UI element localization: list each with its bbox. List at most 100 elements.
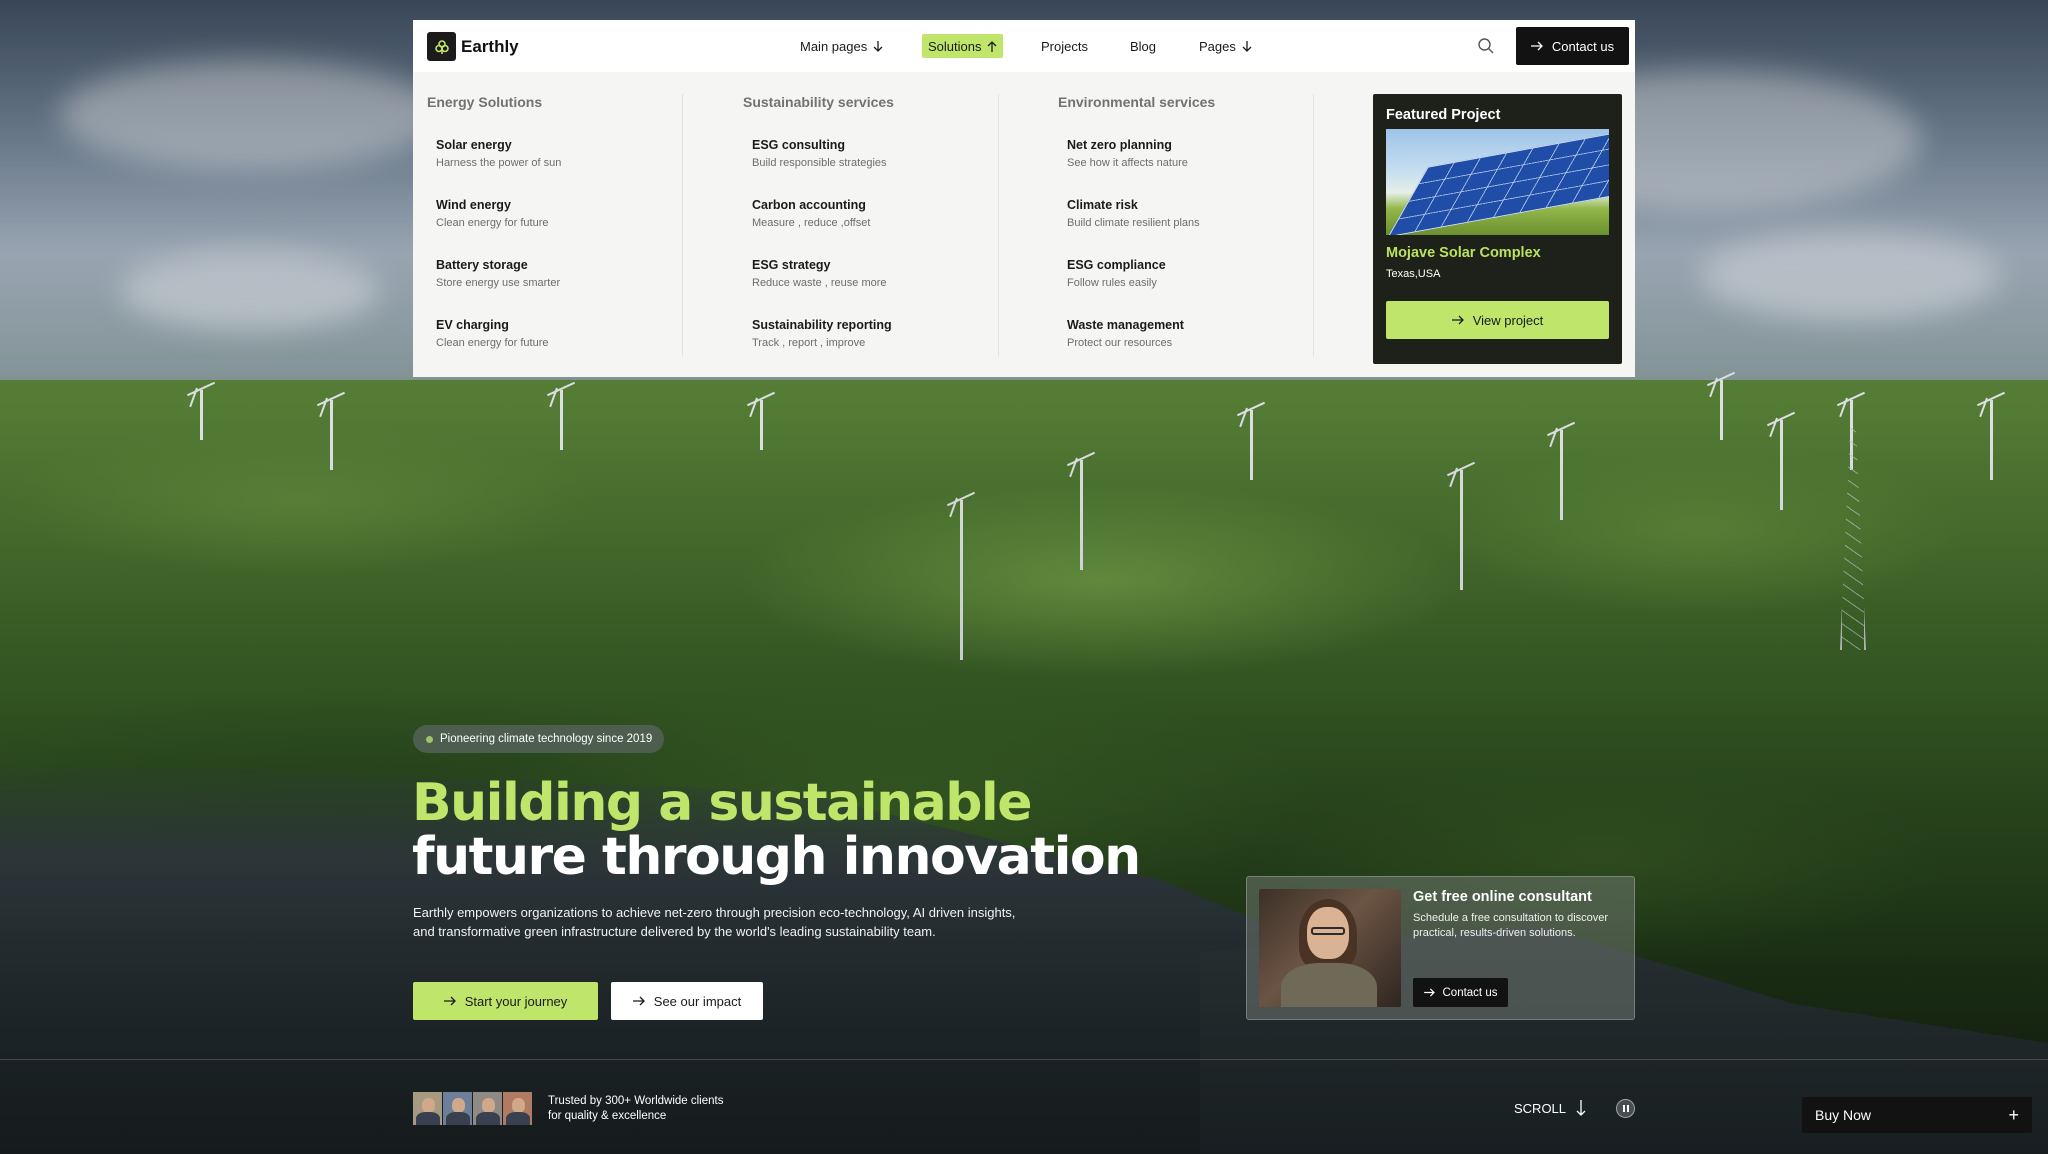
- nav-blog-label: Blog: [1130, 38, 1157, 54]
- nav-pages[interactable]: Pages: [1193, 34, 1258, 58]
- menu-item-title: ESG consulting: [752, 138, 846, 152]
- featured-project-label: Featured Project: [1386, 107, 1501, 123]
- arrow-down-icon: [873, 40, 883, 52]
- featured-project-name[interactable]: Mojave Solar Complex: [1386, 245, 1541, 261]
- menu-item-title: ESG compliance: [1067, 258, 1166, 272]
- nav-main-pages-label: Main pages: [800, 38, 868, 54]
- view-project-button[interactable]: View project: [1386, 301, 1609, 339]
- start-journey-button[interactable]: Start your journey: [413, 982, 598, 1020]
- menu-divider: [682, 94, 683, 356]
- avatar: [443, 1092, 472, 1125]
- menu-item-subtitle: Build climate resilient plans: [1067, 217, 1200, 229]
- arrow-right-icon: [1530, 41, 1543, 51]
- top-navbar: Earthly Main pages Solutions Projects Bl…: [413, 20, 1635, 72]
- plus-icon: +: [2008, 1105, 2019, 1125]
- menu-item-title: Wind energy: [436, 198, 511, 212]
- arrow-right-icon: [1451, 315, 1464, 325]
- menu-item-subtitle: Reduce waste , reuse more: [752, 277, 887, 289]
- menu-item-title: ESG strategy: [752, 258, 831, 272]
- nav-projects[interactable]: Projects: [1035, 34, 1094, 58]
- arrow-down-icon: [1242, 40, 1252, 52]
- menu-item-ev-charging[interactable]: EV charging Clean energy for future: [436, 318, 549, 349]
- menu-item-subtitle: Follow rules easily: [1067, 277, 1157, 289]
- arrow-up-icon: [988, 40, 997, 52]
- menu-item-sustainability-reporting[interactable]: Sustainability reporting Track , report …: [752, 318, 892, 349]
- consultant-photo: [1259, 889, 1401, 1007]
- buy-now-button[interactable]: Buy Now +: [1802, 1097, 2032, 1133]
- hero-description: Earthly empowers organizations to achiev…: [413, 905, 1016, 939]
- menu-item-subtitle: Protect our resources: [1067, 337, 1173, 349]
- menu-item-battery-storage[interactable]: Battery storage Store energy use smarter: [436, 258, 560, 289]
- see-impact-label: See our impact: [653, 993, 742, 1009]
- hero-badge-text: Pioneering climate technology since 2019: [440, 733, 653, 745]
- menu-item-waste-management[interactable]: Waste management Protect our resources: [1067, 318, 1184, 349]
- divider-line: [0, 1059, 2048, 1060]
- menu-item-subtitle: Track , report , improve: [752, 337, 866, 349]
- nav-solutions[interactable]: Solutions: [922, 34, 1004, 58]
- hero-headline-line1: Building a sustainable: [412, 773, 1033, 833]
- nav-main-pages[interactable]: Main pages: [794, 34, 889, 58]
- menu-item-subtitle: Clean energy for future: [436, 337, 549, 349]
- arrow-down-icon: [1576, 1100, 1586, 1116]
- consultant-card: Get free online consultant Schedule a fr…: [1246, 876, 1635, 1020]
- arrow-right-icon: [632, 996, 645, 1006]
- menu-item-subtitle: Clean energy for future: [436, 217, 549, 229]
- pause-icon[interactable]: [1616, 1099, 1635, 1118]
- nav-blog[interactable]: Blog: [1124, 34, 1162, 58]
- trusted-text: Trusted by 300+ Worldwide clients for qu…: [548, 1094, 723, 1124]
- scroll-indicator[interactable]: SCROLL: [1514, 1100, 1586, 1116]
- hero-headline-line2: future through innovation: [412, 827, 1141, 887]
- menu-item-subtitle: See how it affects nature: [1067, 157, 1188, 169]
- buy-now-label: Buy Now: [1815, 1107, 1872, 1123]
- menu-item-carbon-accounting[interactable]: Carbon accounting Measure , reduce ,offs…: [752, 198, 870, 229]
- search-icon[interactable]: [1477, 37, 1495, 55]
- menu-divider: [1313, 94, 1314, 356]
- menu-item-wind-energy[interactable]: Wind energy Clean energy for future: [436, 198, 549, 229]
- trusted-line2: for quality & excellence: [548, 1110, 667, 1122]
- menu-item-title: Waste management: [1067, 318, 1184, 332]
- avatar: [413, 1092, 442, 1125]
- main-nav: Main pages Solutions Projects Blog Pages: [413, 20, 1635, 72]
- menu-item-subtitle: Store energy use smarter: [436, 277, 561, 289]
- avatar: [473, 1092, 502, 1125]
- arrow-right-icon: [443, 996, 456, 1006]
- consultant-title: Get free online consultant: [1413, 889, 1592, 905]
- featured-project-image[interactable]: [1386, 129, 1609, 235]
- menu-item-title: Carbon accounting: [752, 198, 866, 212]
- client-avatars: [413, 1092, 532, 1125]
- consultant-contact-label: Contact us: [1442, 986, 1498, 999]
- menu-item-esg-strategy[interactable]: ESG strategy Reduce waste , reuse more: [752, 258, 887, 289]
- consultant-text: Schedule a free consultation to discover…: [1413, 912, 1609, 939]
- menu-item-esg-consulting[interactable]: ESG consulting Build responsible strateg…: [752, 138, 887, 169]
- view-project-label: View project: [1472, 312, 1544, 328]
- menu-divider: [998, 94, 999, 356]
- menu-item-title: EV charging: [436, 318, 509, 332]
- menu-item-title: Battery storage: [436, 258, 528, 272]
- nav-pages-label: Pages: [1199, 38, 1236, 54]
- trusted-line1: Trusted by 300+ Worldwide clients: [548, 1095, 724, 1107]
- consultant-contact-button[interactable]: Contact us: [1413, 978, 1508, 1007]
- contact-us-button[interactable]: Contact us: [1516, 27, 1629, 65]
- hero-headline: Building a sustainable future through in…: [412, 773, 1141, 887]
- hero-badge: Pioneering climate technology since 2019: [413, 725, 665, 753]
- menu-item-title: Climate risk: [1067, 198, 1138, 212]
- menu-item-esg-compliance[interactable]: ESG compliance Follow rules easily: [1067, 258, 1166, 289]
- scroll-label: SCROLL: [1514, 1100, 1567, 1116]
- menu-item-subtitle: Harness the power of sun: [436, 157, 562, 169]
- see-impact-button[interactable]: See our impact: [611, 982, 763, 1020]
- menu-item-subtitle: Build responsible strategies: [752, 157, 887, 169]
- menu-item-title: Net zero planning: [1067, 138, 1172, 152]
- status-dot-icon: [426, 735, 433, 743]
- menu-item-solar-energy[interactable]: Solar energy Harness the power of sun: [436, 138, 561, 169]
- menu-item-climate-risk[interactable]: Climate risk Build climate resilient pla…: [1067, 198, 1200, 229]
- start-journey-label: Start your journey: [464, 993, 568, 1009]
- menu-item-title: Sustainability reporting: [752, 318, 892, 332]
- mega-menu: Earthly Main pages Solutions Projects Bl…: [413, 20, 1635, 377]
- featured-project-location: Texas,USA: [1386, 268, 1441, 280]
- nav-projects-label: Projects: [1041, 38, 1088, 54]
- arrow-right-icon: [1423, 988, 1435, 997]
- menu-item-subtitle: Measure , reduce ,offset: [752, 217, 871, 229]
- menu-item-net-zero-planning[interactable]: Net zero planning See how it affects nat…: [1067, 138, 1188, 169]
- avatar: [503, 1092, 532, 1125]
- nav-solutions-label: Solutions: [928, 38, 982, 54]
